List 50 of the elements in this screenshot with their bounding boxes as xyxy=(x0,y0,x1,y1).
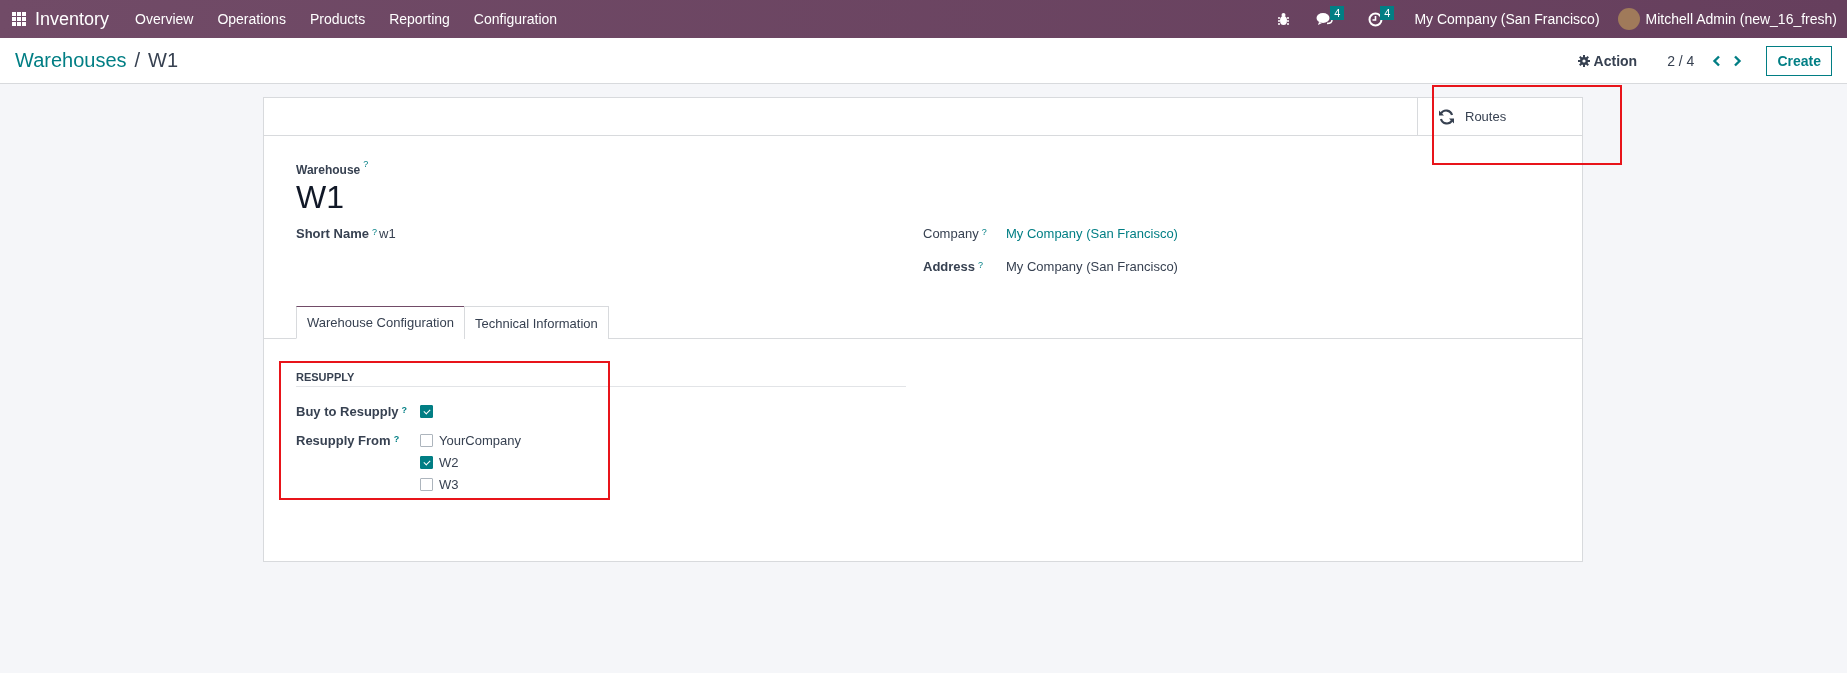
action-menu[interactable]: Action xyxy=(1577,52,1638,69)
activity-count-badge: 4 xyxy=(1380,6,1395,20)
tab[interactable]: Warehouse Configuration xyxy=(296,306,465,339)
previous-icon[interactable] xyxy=(1712,54,1722,67)
pager-value[interactable]: 2 / 4 xyxy=(1667,52,1695,69)
field-value: My Company (San Francisco) xyxy=(1006,259,1178,274)
tab[interactable]: Technical Information xyxy=(463,306,609,339)
help-mark[interactable]: ? xyxy=(981,227,987,237)
menu-item[interactable]: Products xyxy=(297,11,378,27)
menu-item[interactable]: Overview xyxy=(123,11,206,27)
field-label: Warehouse xyxy=(296,163,361,177)
help-mark[interactable]: ? xyxy=(371,227,377,237)
breadcrumb-separator: / xyxy=(134,49,141,72)
field-label: Address xyxy=(923,259,976,274)
create-button[interactable]: Create xyxy=(1766,45,1832,76)
help-mark[interactable]: ? xyxy=(363,159,369,169)
apps-menu-icon[interactable] xyxy=(12,12,26,26)
breadcrumb-link[interactable]: Warehouses xyxy=(15,49,127,72)
field-value: w1 xyxy=(379,226,396,241)
help-mark[interactable]: ? xyxy=(401,405,408,415)
record-title: W1 xyxy=(296,179,345,216)
help-mark[interactable]: ? xyxy=(393,434,400,444)
chat-icon[interactable] xyxy=(1316,12,1334,26)
checkbox-label[interactable]: W2 xyxy=(439,455,459,470)
checkbox-label[interactable]: YourCompany xyxy=(439,433,521,448)
checkbox[interactable] xyxy=(420,478,433,491)
company-switcher[interactable]: My Company (San Francisco) xyxy=(1414,11,1600,27)
checkbox[interactable] xyxy=(420,456,433,469)
checkbox-label[interactable]: W3 xyxy=(439,477,459,492)
message-count-badge: 4 xyxy=(1330,6,1345,20)
checkbox[interactable] xyxy=(420,434,433,447)
gear-icon xyxy=(1577,54,1590,67)
app-name[interactable]: Inventory xyxy=(35,8,110,30)
clock-icon[interactable] xyxy=(1368,11,1384,27)
section-title: RESUPPLY xyxy=(296,371,906,387)
checkbox[interactable] xyxy=(420,405,433,418)
bug-icon[interactable] xyxy=(1277,12,1291,26)
field-label: Short Name xyxy=(296,226,369,241)
menu-item[interactable]: Operations xyxy=(205,11,298,27)
field-link[interactable]: My Company (San Francisco) xyxy=(1006,226,1178,241)
field-label: Company xyxy=(923,226,979,241)
menu-item[interactable]: Configuration xyxy=(461,11,570,27)
refresh-icon xyxy=(1438,108,1455,125)
field-label: Resupply From xyxy=(296,433,391,448)
next-icon[interactable] xyxy=(1733,54,1743,67)
field-label: Buy to Resupply xyxy=(296,404,399,419)
help-mark[interactable]: ? xyxy=(978,260,984,270)
breadcrumb-current: W1 xyxy=(148,49,179,72)
menu-item[interactable]: Reporting xyxy=(377,11,462,27)
user-menu[interactable]: Mitchell Admin (new_16_fresh) xyxy=(1645,11,1837,27)
